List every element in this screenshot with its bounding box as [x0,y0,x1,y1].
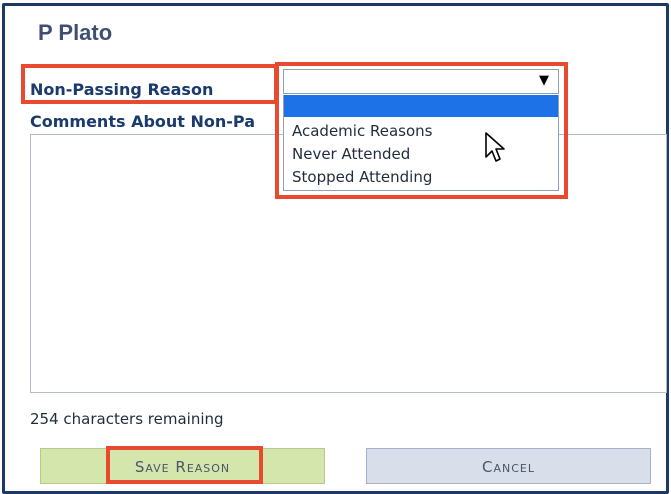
save-button-highlight [106,446,263,484]
cancel-button[interactable]: Cancel [366,448,651,484]
reason-label-highlight [21,64,278,104]
mouse-pointer-icon [485,132,505,162]
cancel-label: Cancel [482,458,535,476]
comments-label: Comments About Non-Pa [30,112,256,131]
characters-remaining: 254 characters remaining [30,410,224,428]
dialog-title: P Plato [38,20,113,45]
dropdown-highlight [275,62,568,199]
